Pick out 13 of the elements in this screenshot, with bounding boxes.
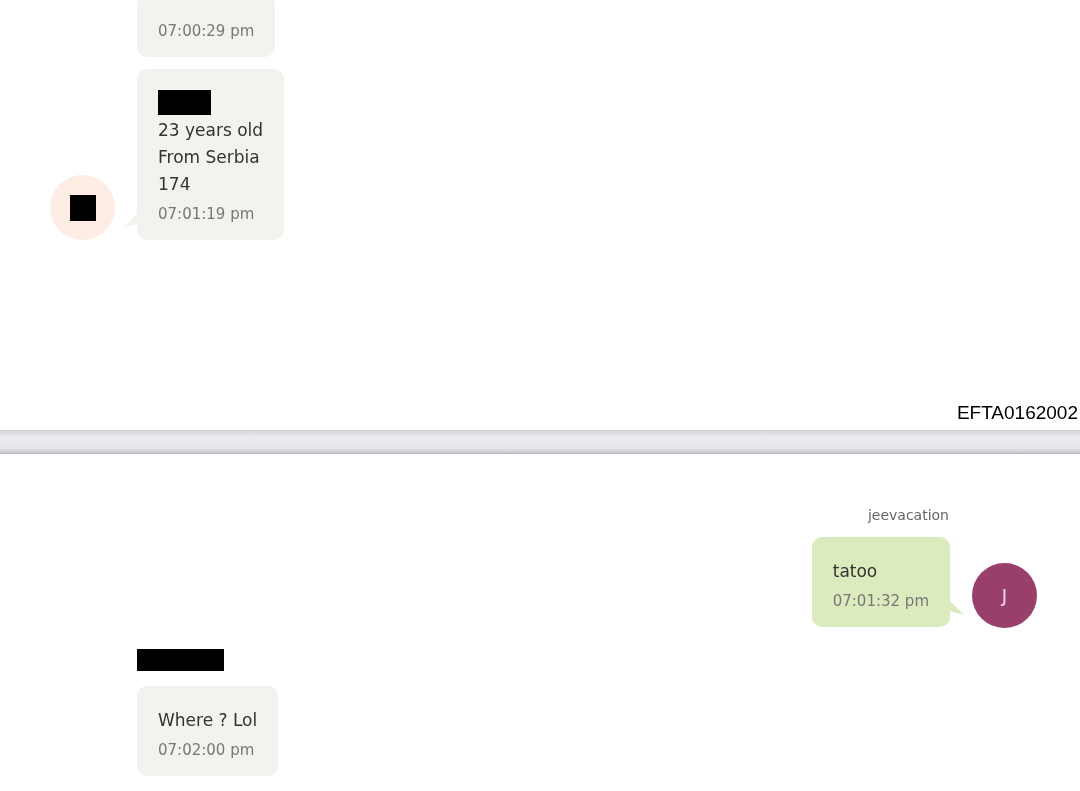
sender-name: jeevacation bbox=[866, 507, 950, 523]
message-time: 07:01:32 pm bbox=[832, 591, 929, 612]
message-time: 07:02:00 pm bbox=[158, 740, 256, 761]
message-text: 174 bbox=[158, 173, 192, 196]
avatar-initial: J bbox=[1001, 585, 1008, 606]
document-id-label: EFTA0162002 bbox=[956, 402, 1078, 423]
message-text: 23 years old bbox=[158, 119, 264, 142]
message-time: 07:01:19 pm bbox=[158, 204, 256, 225]
message-text: tatoo bbox=[832, 560, 879, 583]
message-text: From Serbia bbox=[158, 146, 261, 169]
message-text: Where ? Lol bbox=[158, 709, 258, 732]
redaction-bar bbox=[69, 194, 96, 221]
message-time: 07:00:29 pm bbox=[158, 21, 255, 42]
